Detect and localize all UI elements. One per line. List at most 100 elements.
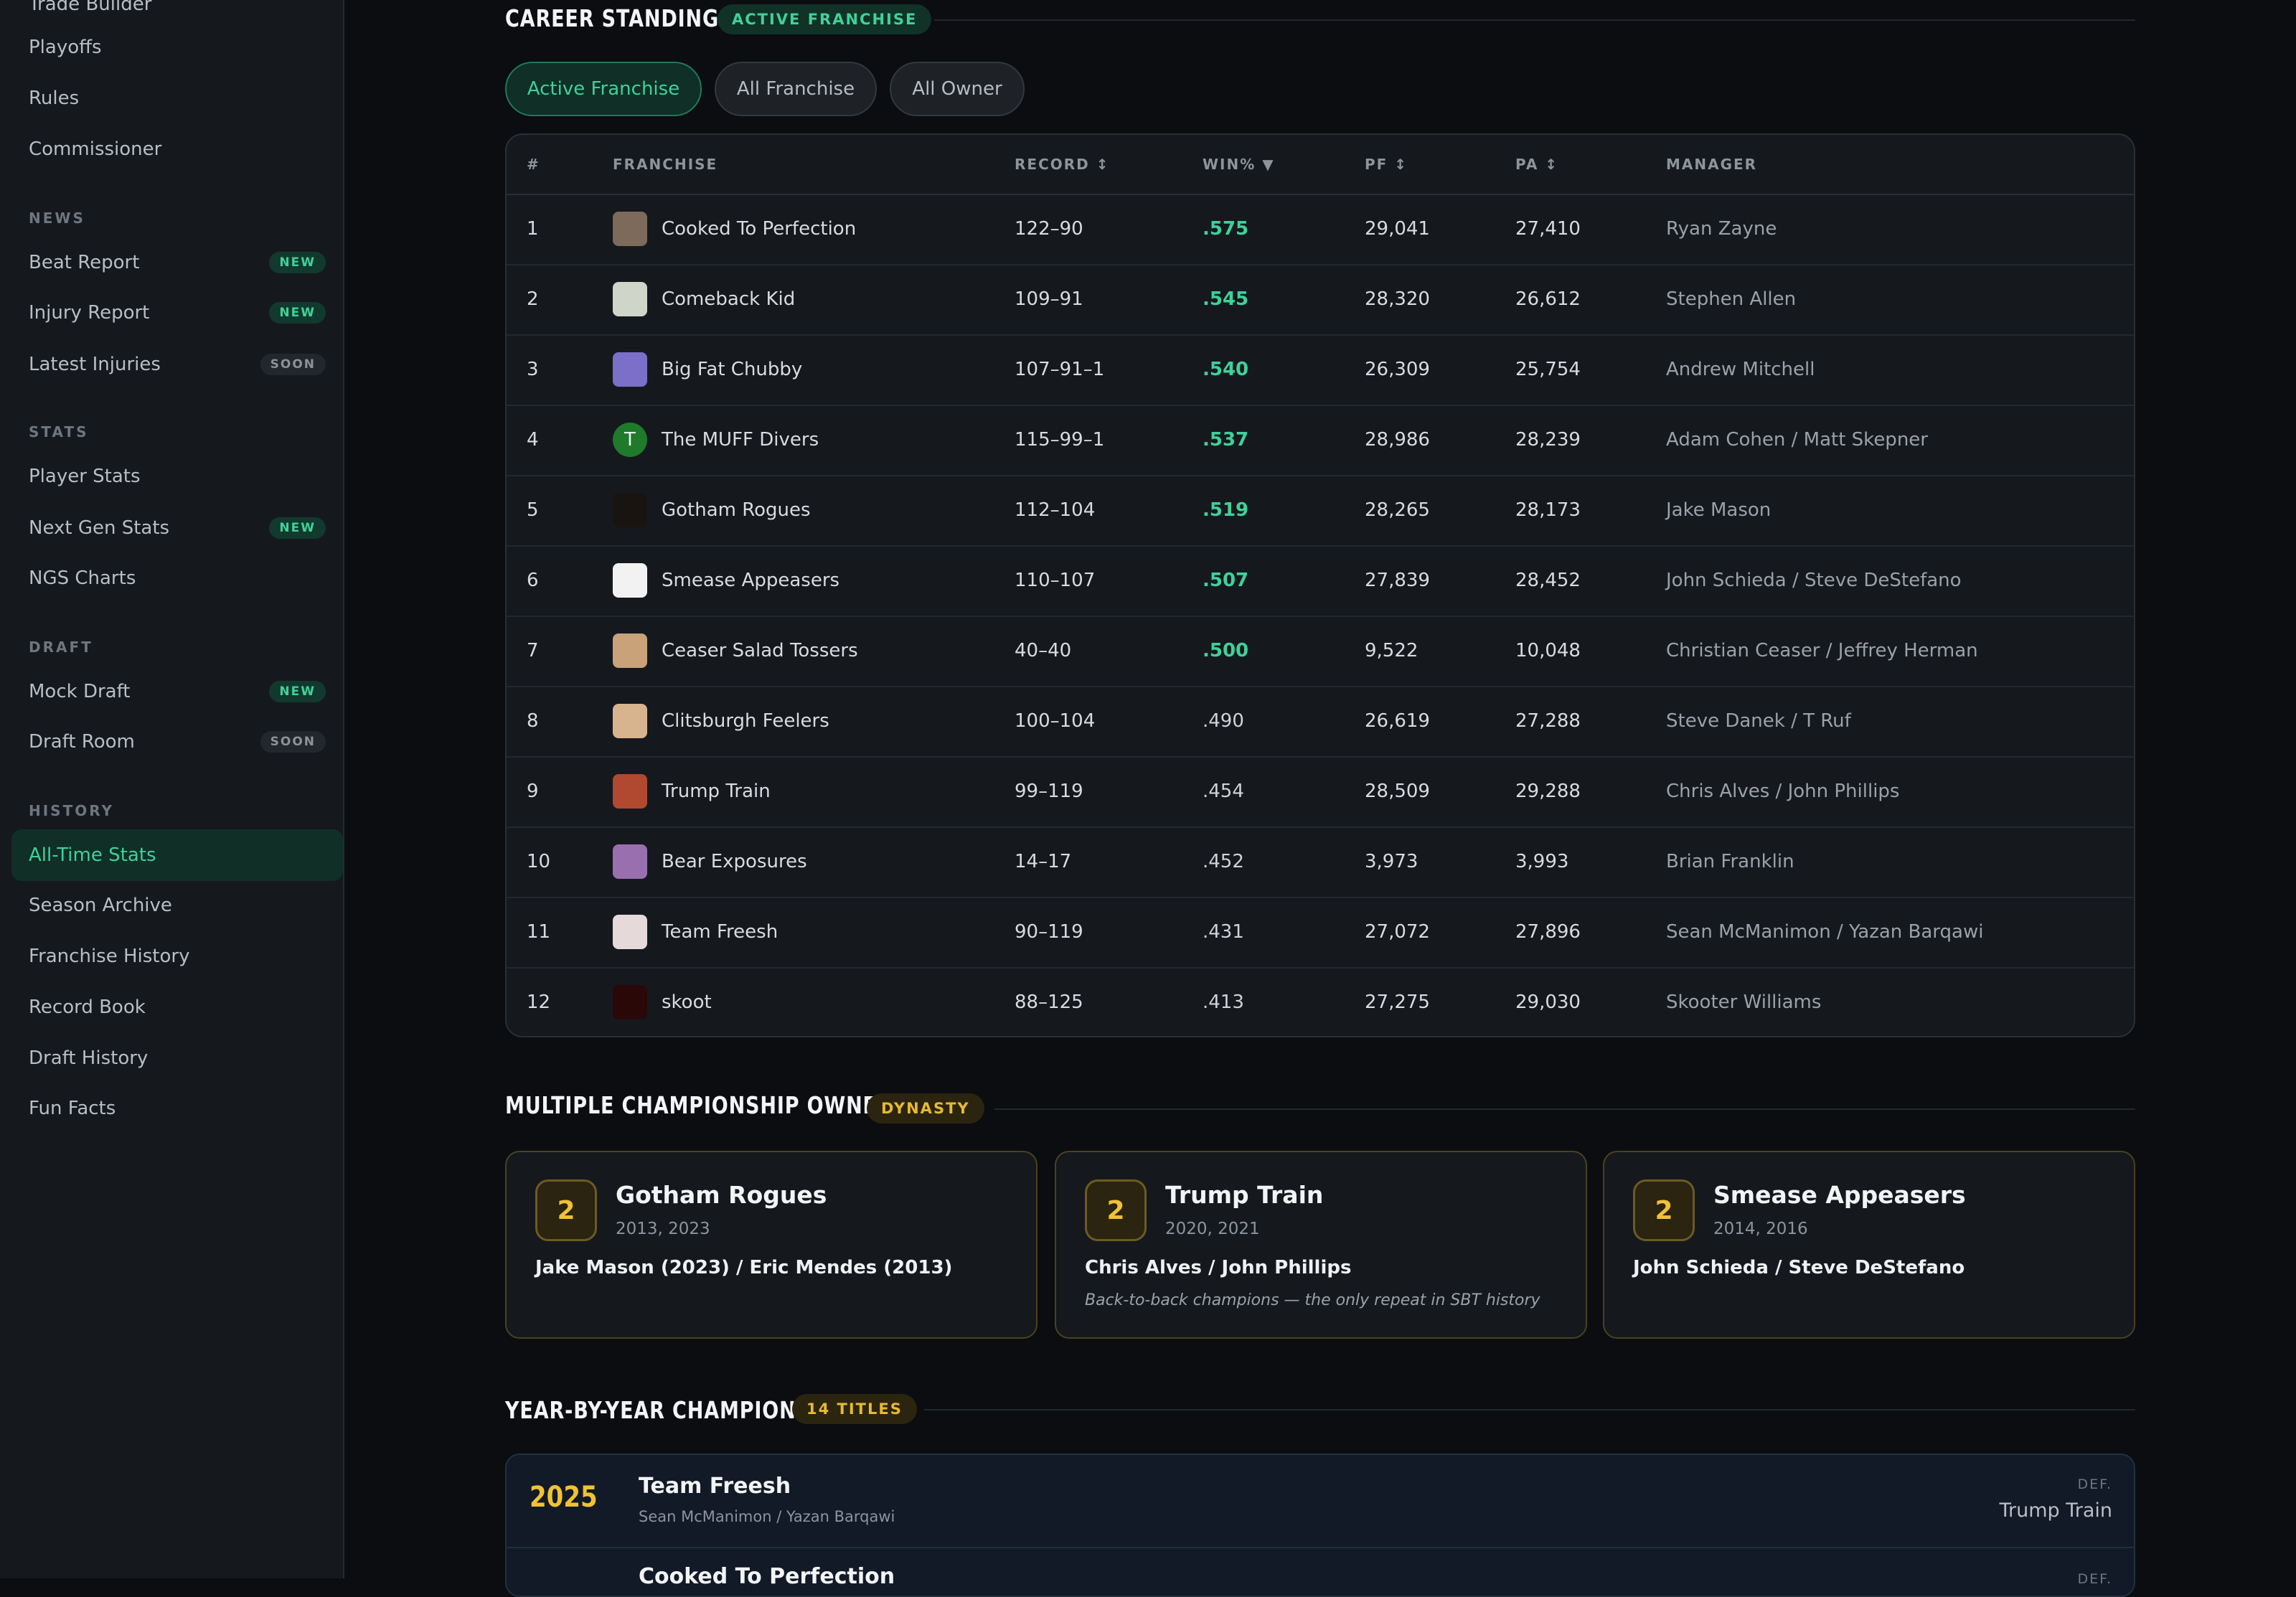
year-champ-row[interactable]: 2025 Team Freesh Sean McManimon / Yazan …	[507, 1455, 2134, 1548]
defeated-label: DEF.	[2077, 1571, 2112, 1587]
table-row[interactable]: 6 Smease Appeasers 110–107 .507 27,839 28,452…	[507, 545, 2134, 617]
soon-badge: SOON	[260, 731, 326, 753]
franchise-name[interactable]: Clitsburgh Feelers	[662, 686, 829, 756]
sidebar-item-commissioner[interactable]: Commissioner	[11, 123, 343, 175]
sidebar-item-label: Commissioner	[29, 138, 162, 160]
manager-cell: Ryan Zayne	[1666, 218, 1777, 240]
table-row[interactable]: 8 Clitsburgh Feelers 100–104 .490 26,619 27,2…	[507, 686, 2134, 758]
franchise-logo	[613, 563, 647, 598]
filter-all-owner[interactable]: All Owner	[890, 62, 1025, 116]
franchise-name[interactable]: Cooked To Perfection	[662, 194, 856, 264]
section-divider	[994, 1108, 2135, 1110]
franchise-name[interactable]: skoot	[662, 967, 712, 1036]
col-record[interactable]: RECORD ↕	[1015, 135, 1109, 194]
title-count: 2	[1633, 1179, 1695, 1241]
pf-cell: 28,320	[1365, 288, 1430, 310]
filter-all-franchise[interactable]: All Franchise	[715, 62, 877, 116]
win-pct-cell: .454	[1203, 781, 1244, 802]
record-cell: 88–125	[1015, 991, 1083, 1013]
table-row[interactable]: 7 Ceaser Salad Tossers 40–40 .500 9,522 10,04…	[507, 616, 2134, 687]
franchise-name[interactable]: Big Fat Chubby	[662, 334, 802, 405]
col-rank: #	[527, 156, 540, 173]
champ-team: Smease Appeasers	[1713, 1181, 1966, 1209]
sidebar-item-mock-draft[interactable]: Mock Draft NEW	[11, 666, 343, 717]
franchise-name[interactable]: Smease Appeasers	[662, 545, 839, 616]
soon-badge: SOON	[260, 354, 326, 375]
record-cell: 14–17	[1015, 851, 1072, 872]
sidebar-item-label: Beat Report	[29, 252, 140, 273]
col-franchise: FRANCHISE	[613, 156, 718, 173]
year-champs-list: 2025 Team Freesh Sean McManimon / Yazan …	[505, 1454, 2135, 1597]
champ-team: Gotham Rogues	[616, 1181, 827, 1209]
champ-owner: John Schieda / Steve DeStefano	[1633, 1257, 1965, 1278]
franchise-name[interactable]: Trump Train	[662, 756, 771, 826]
sidebar-item-franchise-history[interactable]: Franchise History	[11, 931, 343, 982]
sidebar-item-season-archive[interactable]: Season Archive	[11, 880, 343, 931]
pf-cell: 26,619	[1365, 710, 1430, 732]
table-row[interactable]: 3 Big Fat Chubby 107–91–1 .540 26,309 25,754 A…	[507, 334, 2134, 406]
record-cell: 109–91	[1015, 288, 1083, 310]
year-champs-title: YEAR-BY-YEAR CHAMPIONS	[505, 1396, 811, 1424]
table-row[interactable]: 5 Gotham Rogues 112–104 .519 28,265 28,173 Jak…	[507, 475, 2134, 547]
franchise-name[interactable]: Ceaser Salad Tossers	[662, 616, 858, 686]
sidebar-item-next-gen-stats[interactable]: Next Gen Stats NEW	[11, 502, 343, 554]
franchise-name[interactable]: Bear Exposures	[662, 826, 807, 897]
sidebar-item-record-book[interactable]: Record Book	[11, 981, 343, 1033]
pa-cell: 27,896	[1515, 921, 1581, 943]
franchise-name[interactable]: Gotham Rogues	[662, 475, 811, 545]
pf-cell: 29,041	[1365, 218, 1430, 240]
rank-cell: 11	[527, 921, 551, 943]
sidebar-item-fun-facts[interactable]: Fun Facts	[11, 1083, 343, 1134]
manager-cell: Sean McManimon / Yazan Barqawi	[1666, 921, 1984, 943]
sidebar-item-all-time-stats[interactable]: All-Time Stats	[11, 829, 343, 881]
table-row[interactable]: 9 Trump Train 99–119 .454 28,509 29,288 Chris …	[507, 756, 2134, 828]
sidebar-item-draft-history[interactable]: Draft History	[11, 1032, 343, 1084]
standings-table: # FRANCHISE RECORD ↕ WIN% ▼ PF ↕ PA ↕ MA…	[505, 133, 2135, 1037]
pa-cell: 27,410	[1515, 218, 1581, 240]
table-row[interactable]: 12 skoot 88–125 .413 27,275 29,030 Skooter Wil…	[507, 967, 2134, 1036]
manager-cell: Chris Alves / John Phillips	[1666, 781, 1900, 802]
win-pct-cell: .413	[1203, 991, 1244, 1013]
champ-years: 2014, 2016	[1713, 1220, 1808, 1238]
table-row[interactable]: 11 Team Freesh 90–119 .431 27,072 27,896 Sean …	[507, 897, 2134, 969]
table-header: # FRANCHISE RECORD ↕ WIN% ▼ PF ↕ PA ↕ MA…	[507, 135, 2134, 195]
sidebar-item-label: Mock Draft	[29, 681, 131, 702]
career-standings-title: CAREER STANDINGS	[505, 4, 734, 32]
dynasty-pill: DYNASTY	[867, 1093, 984, 1123]
rank-cell: 3	[527, 359, 539, 380]
new-badge: NEW	[269, 302, 326, 324]
manager-cell: Stephen Allen	[1666, 288, 1797, 310]
table-row[interactable]: 1 Cooked To Perfection 122–90 .575 29,041 27,…	[507, 194, 2134, 265]
sidebar-item-latest-injuries[interactable]: Latest Injuries SOON	[11, 339, 343, 390]
franchise-logo	[613, 633, 647, 668]
sidebar-item-injury-report[interactable]: Injury Report NEW	[11, 287, 343, 339]
sidebar-item-playoffs[interactable]: Playoffs	[11, 22, 343, 73]
sidebar-heading-stats: STATS	[29, 423, 89, 441]
sidebar-item-draft-room[interactable]: Draft Room SOON	[11, 716, 343, 768]
manager-cell: Christian Ceaser / Jeffrey Herman	[1666, 640, 1978, 661]
manager-cell: Adam Cohen / Matt Skepner	[1666, 429, 1928, 451]
col-pf[interactable]: PF ↕	[1365, 135, 1408, 194]
defeated-team: Trump Train	[1999, 1499, 2112, 1522]
franchise-logo	[613, 915, 647, 949]
rank-cell: 2	[527, 288, 539, 310]
franchise-name[interactable]: Comeback Kid	[662, 264, 795, 334]
sidebar-item-rules[interactable]: Rules	[11, 72, 343, 124]
col-pa[interactable]: PA ↕	[1515, 135, 1558, 194]
table-row[interactable]: 10 Bear Exposures 14–17 .452 3,973 3,993 Brian…	[507, 826, 2134, 898]
sidebar-item-beat-report[interactable]: Beat Report NEW	[11, 237, 343, 288]
pa-cell: 3,993	[1515, 851, 1569, 872]
col-win-pct[interactable]: WIN% ▼	[1203, 135, 1275, 194]
sidebar-item-ngs-charts[interactable]: NGS Charts	[11, 552, 343, 604]
win-pct-cell: .519	[1203, 499, 1249, 521]
franchise-logo	[613, 493, 647, 527]
sidebar-item-player-stats[interactable]: Player Stats	[11, 451, 343, 502]
franchise-name[interactable]: The MUFF Divers	[662, 405, 819, 475]
rank-cell: 12	[527, 991, 551, 1013]
table-row[interactable]: 2 Comeback Kid 109–91 .545 28,320 26,612 Steph…	[507, 264, 2134, 336]
year-champ-row[interactable]: Cooked To Perfection DEF.	[507, 1548, 2134, 1596]
franchise-name[interactable]: Team Freesh	[662, 897, 778, 967]
table-row[interactable]: T 4 The MUFF Divers 115–99–1 .537 28,986 28,23…	[507, 405, 2134, 476]
champ-team: Cooked To Perfection	[639, 1564, 895, 1589]
filter-active-franchise[interactable]: Active Franchise	[505, 62, 702, 116]
